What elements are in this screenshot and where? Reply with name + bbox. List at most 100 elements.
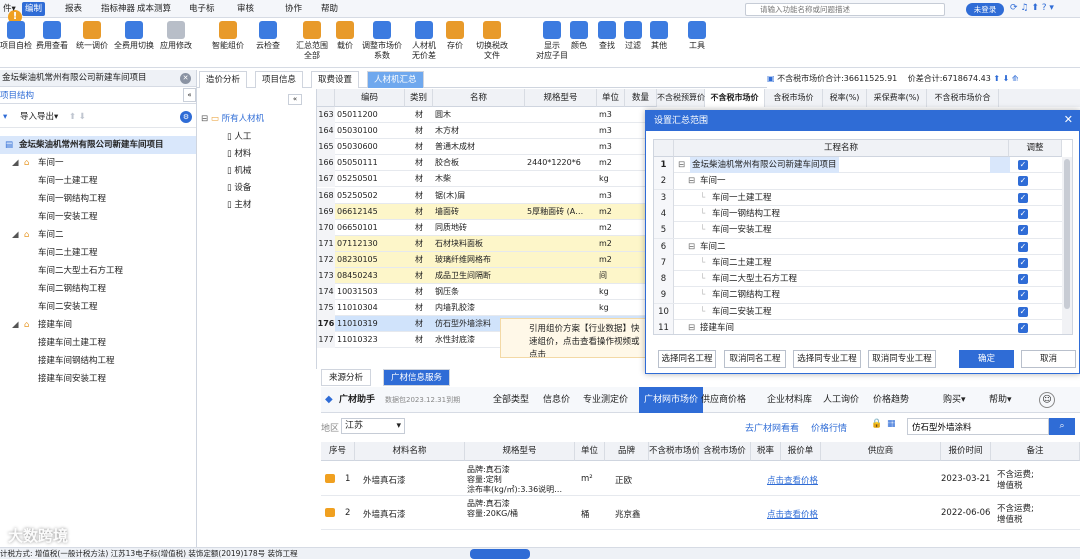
dialog-row[interactable]: 8 └ 车间二大型土石方工程 ✓ — [654, 271, 1062, 288]
table-row[interactable]: 172 08230105 材 玻璃纤维网格布 m2 — [317, 251, 657, 268]
import-export-menu[interactable]: 导入导出▾ — [10, 112, 58, 122]
ribbon-0[interactable]: 项目自检 — [0, 21, 32, 51]
menu-item-4[interactable]: 成本测算 — [134, 2, 174, 16]
collapse-box-icon[interactable]: ⊟ — [688, 239, 695, 255]
table-row[interactable]: 168 05250502 材 锯(木)屑 m3 — [317, 187, 657, 204]
ok-button[interactable]: 确定 — [959, 350, 1014, 368]
menu-item-5[interactable]: 电子标 — [186, 2, 218, 16]
ribbon-13[interactable]: 显示 对应子目 — [536, 21, 568, 61]
expand-icon[interactable]: ◢ — [12, 316, 19, 334]
lock-icon[interactable]: 🔒 — [871, 419, 882, 429]
menu-item-6[interactable]: 审核 — [234, 2, 257, 16]
table-row[interactable]: 175 11010304 材 内墙乳胶漆 kg — [317, 300, 657, 317]
tip-banner[interactable]: 引用组价方案【行业数据】快速组价，点击查看操作视频或点击 — [500, 318, 650, 358]
grid-icon[interactable]: ▦ — [887, 419, 896, 429]
dialog-row[interactable]: 5 └ 车间一安装工程 ✓ — [654, 222, 1062, 239]
tree-item[interactable]: 接建车间安装工程 — [0, 370, 196, 388]
login-button[interactable]: 未登录 — [966, 3, 1004, 16]
dialog-row[interactable]: 1 ⊟ 金坛柴油机常州有限公司新建车间项目 ✓ — [654, 157, 1062, 174]
folder-icon[interactable] — [325, 474, 335, 483]
menu-item-2[interactable]: 报表 — [62, 2, 85, 16]
ribbon-7[interactable]: 汇总范围 全部 — [296, 21, 328, 61]
dialog-btn-2[interactable]: 选择同专业工程 — [793, 350, 861, 368]
tree-item[interactable]: 接建车间钢结构工程 — [0, 352, 196, 370]
gc-nav-item-6[interactable]: 人工询价 — [823, 387, 859, 413]
ribbon-5[interactable]: 智能组价 — [212, 21, 244, 51]
move-arrows-icon[interactable]: ⬆ ⬇ — [61, 112, 86, 122]
cancel-button[interactable]: 取消 — [1021, 350, 1076, 368]
table-row[interactable]: 169 06612145 材 墙面砖 5厚釉面砖 (A… m2 — [317, 203, 657, 220]
resource-item[interactable]: ▯ 人工 — [227, 129, 251, 146]
ribbon-3[interactable]: 全费用切换 — [114, 21, 154, 51]
gc-nav-item-7[interactable]: 价格趋势 — [873, 387, 909, 413]
buy-menu[interactable]: 购买▾ — [943, 387, 966, 413]
checkbox[interactable]: ✓ — [1018, 274, 1028, 285]
resource-item[interactable]: ▯ 设备 — [227, 180, 251, 197]
tree-item[interactable]: ▤ 金坛柴油机常州有限公司新建车间项目 — [0, 136, 196, 154]
ribbon-2[interactable]: 统一调价 — [76, 21, 108, 51]
ribbon-17[interactable]: 其他 — [650, 21, 668, 51]
bottom-tab-1[interactable]: 广材信息服务 — [383, 369, 451, 386]
toolbar-icons[interactable]: ⟳ ♫ ⬆ ? ▾ — [1010, 3, 1054, 13]
checkbox[interactable]: ✓ — [1018, 323, 1028, 333]
gc-nav-item-4[interactable]: 供应商价格 — [701, 387, 746, 413]
help-menu[interactable]: 帮助▾ — [989, 387, 1012, 413]
price-trend-link[interactable]: 价格行情 — [811, 421, 847, 434]
tree-item[interactable]: 车间一土建工程 — [0, 172, 196, 190]
gc-nav-item-2[interactable]: 专业测定价 — [583, 387, 628, 413]
dialog-btn-1[interactable]: 取消同名工程 — [724, 350, 786, 368]
collapse-box-icon[interactable]: ⊟ — [688, 320, 695, 334]
tab-0[interactable]: 造价分析 — [199, 71, 248, 88]
tree-item[interactable]: 车间二钢结构工程 — [0, 280, 196, 298]
ribbon-9[interactable]: 调整市场价 系数 — [362, 21, 402, 61]
ribbon-18[interactable]: 工具 — [688, 21, 706, 51]
tree-item[interactable]: 车间二安装工程 — [0, 298, 196, 316]
tree-item[interactable]: ◢ ⌂ 车间二 — [0, 226, 196, 244]
ribbon-4[interactable]: 应用修改 — [160, 21, 192, 51]
user-avatar-icon[interactable]: ☺ — [1039, 392, 1055, 408]
project-structure-tab[interactable]: 项目结构 — [0, 88, 196, 104]
ribbon-12[interactable]: 切换税改 文件 — [476, 21, 508, 61]
tab-2[interactable]: 取费设置 — [311, 71, 360, 88]
collapse-icon[interactable]: « — [288, 94, 302, 105]
close-icon[interactable]: ✕ — [180, 73, 191, 84]
resource-item[interactable]: ▯ 主材 — [227, 197, 251, 214]
table-row[interactable]: 171 07112130 材 石材块料面板 m2 — [317, 235, 657, 252]
dialog-btn-0[interactable]: 选择同名工程 — [658, 350, 716, 368]
dialog-close-icon[interactable]: ✕ — [1064, 113, 1073, 126]
settings-icon[interactable]: ⚙ — [180, 111, 192, 123]
collapse-box-icon[interactable]: ⊟ — [688, 173, 695, 189]
tree-item[interactable]: ◢ ⌂ 车间一 — [0, 154, 196, 172]
menu-item-3[interactable]: 指标神器 — [98, 2, 138, 16]
expand-icon[interactable]: ◢ — [12, 226, 19, 244]
bottom-tab-0[interactable]: 来源分析 — [321, 369, 372, 386]
table-row[interactable]: 173 08450243 材 成品卫生间隔断 间 — [317, 268, 657, 284]
ribbon-15[interactable]: 查找 — [598, 21, 616, 51]
resource-root[interactable]: ⊟ ▭ 所有人材机 — [201, 111, 264, 128]
checkbox[interactable]: ✓ — [1018, 208, 1028, 219]
table-row[interactable]: 167 05250501 材 木柴 kg — [317, 171, 657, 188]
table-row[interactable]: 165 05030600 材 普通木成材 m3 — [317, 139, 657, 156]
dialog-row[interactable]: 7 └ 车间二土建工程 ✓ — [654, 254, 1062, 272]
tree-item[interactable]: 车间二大型土石方工程 — [0, 262, 196, 280]
dialog-row[interactable]: 10 └ 车间二安装工程 ✓ — [654, 303, 1062, 321]
collapse-box-icon[interactable]: ⊟ — [678, 157, 685, 173]
dialog-row[interactable]: 3 └ 车间一土建工程 ✓ — [654, 189, 1062, 206]
menu-item-8[interactable]: 帮助 — [318, 2, 341, 16]
checkbox[interactable]: ✓ — [1018, 257, 1028, 268]
table-row[interactable]: 166 05050111 材 胶合板 2440*1220*6 m2 — [317, 155, 657, 172]
ribbon-8[interactable]: 载价 — [336, 21, 354, 51]
checkbox[interactable]: ✓ — [1018, 176, 1028, 187]
dialog-row[interactable]: 2 ⊟ 车间一 ✓ — [654, 173, 1062, 190]
collapse-box-icon[interactable]: ⊟ — [201, 114, 211, 124]
gc-nav-item-5[interactable]: 企业材料库 — [767, 387, 812, 413]
dialog-row[interactable]: 4 └ 车间一钢结构工程 ✓ — [654, 205, 1062, 223]
region-select[interactable]: 江苏 ▾ — [341, 418, 405, 434]
ribbon-10[interactable]: 人材机 无价差 — [412, 21, 436, 61]
checkbox[interactable]: ✓ — [1018, 241, 1028, 252]
tab-1[interactable]: 项目信息 — [255, 71, 304, 88]
tree-item[interactable]: 车间一钢结构工程 — [0, 190, 196, 208]
table-row[interactable]: 170 06650101 材 同质地砖 m2 — [317, 219, 657, 236]
gc-nav-item-3[interactable]: 广材网市场价 — [639, 387, 704, 413]
add-icon[interactable]: ▾ — [0, 112, 7, 122]
